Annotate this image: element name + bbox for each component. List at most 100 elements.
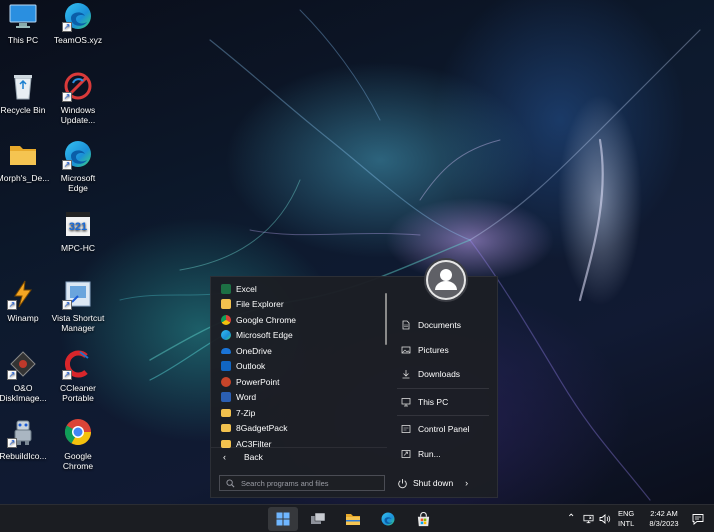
power-icon: [398, 478, 407, 488]
program-label: 8GadgetPack: [236, 423, 288, 434]
place-documents[interactable]: Documents: [393, 313, 493, 338]
desktop-icon-teamos[interactable]: ↗ TeamOS.xyz: [44, 0, 112, 45]
places-divider: [397, 415, 489, 416]
shortcut-arrow-icon: ↗: [62, 22, 72, 32]
excel-icon: [221, 283, 231, 294]
chevron-up-icon[interactable]: ⌃: [567, 513, 575, 524]
program-item-outlook[interactable]: Outlook: [217, 359, 389, 375]
chrome-icon: [62, 416, 94, 448]
program-item-8gadgetpack[interactable]: 8GadgetPack: [217, 421, 389, 437]
chevron-right-icon[interactable]: ›: [465, 478, 468, 488]
desktop-icon-windows-update[interactable]: ↗ Windows Update...: [44, 70, 112, 125]
place-this-pc[interactable]: This PC: [393, 390, 493, 415]
program-label: Outlook: [236, 361, 266, 372]
chevron-left-icon: ‹: [223, 451, 226, 462]
program-item-microsoft-edge[interactable]: Microsoft Edge: [217, 328, 389, 344]
edge-icon: [381, 512, 395, 526]
desktop-icon-label: Microsoft Edge: [60, 173, 96, 193]
document-icon: [402, 320, 410, 330]
place-control-panel[interactable]: Control Panel: [393, 417, 493, 442]
place-label: This PC: [418, 396, 449, 407]
keyboard-layout: INTL: [618, 519, 635, 528]
shortcut-arrow-icon: ↗: [7, 438, 17, 448]
taskbar-start-button[interactable]: [268, 507, 298, 531]
task-view-icon: [311, 512, 326, 524]
program-item-powerpoint[interactable]: PowerPoint: [217, 374, 389, 390]
picture-icon: [401, 346, 411, 354]
clock-date: 8/3/2023: [649, 519, 679, 528]
svg-text:321: 321: [69, 221, 87, 233]
windows-update-blocked-icon: ↗: [62, 70, 94, 102]
ccleaner-icon: ↗: [62, 348, 94, 380]
desktop-icon-mpc-hc[interactable]: 321 MPC-HC: [44, 208, 112, 253]
program-label: 7-Zip: [236, 407, 256, 418]
program-item-google-chrome[interactable]: Google Chrome: [217, 312, 389, 328]
language-code: ENG: [618, 509, 635, 518]
windows-start-icon: [276, 512, 290, 526]
shortcut-manager-icon: ↗: [62, 278, 94, 310]
user-icon: [428, 262, 464, 298]
search-input[interactable]: [241, 478, 371, 488]
folder-icon: [221, 408, 231, 417]
place-run[interactable]: Run...: [393, 442, 493, 467]
program-label: PowerPoint: [236, 376, 280, 387]
desktop-icon-ccleaner[interactable]: ↗ CCleaner Portable: [44, 348, 112, 403]
program-list-scrollbar[interactable]: [385, 293, 387, 345]
chrome-icon: [221, 314, 231, 325]
taskbar-task-view-button[interactable]: [303, 507, 333, 531]
file-explorer-icon: [346, 514, 360, 525]
start-menu: Excel File Explorer Google Chrome Micros…: [210, 276, 498, 498]
shortcut-arrow-icon: ↗: [62, 92, 72, 102]
place-label: Downloads: [418, 369, 461, 380]
taskbar-file-explorer-button[interactable]: [338, 507, 368, 531]
file-explorer-icon: [221, 299, 231, 310]
powerpoint-icon: [221, 376, 231, 387]
program-item-excel[interactable]: Excel: [217, 281, 389, 297]
search-box[interactable]: [219, 475, 385, 491]
edge-icon: ↗: [62, 138, 94, 170]
place-label: Run...: [418, 448, 441, 459]
desktop-icon-label: CCleaner Portable: [60, 383, 96, 403]
volume-icon[interactable]: [599, 514, 611, 524]
program-label: OneDrive: [236, 345, 272, 356]
program-item-word[interactable]: Word: [217, 390, 389, 406]
shutdown-button[interactable]: Shut down ›: [397, 475, 468, 491]
taskbar: ⌃ ENG INTL 2:42 AM 8/3/2023: [0, 504, 714, 532]
desktop-icon-microsoft-edge[interactable]: ↗ Microsoft Edge: [44, 138, 112, 193]
clock-time: 2:42 AM: [650, 509, 678, 518]
taskbar-store-button[interactable]: [408, 507, 438, 531]
desktop-icon-label: Google Chrome: [62, 451, 94, 471]
onedrive-icon: [221, 347, 231, 354]
shutdown-label: Shut down: [413, 478, 454, 488]
desktop-icon-google-chrome[interactable]: Google Chrome: [44, 416, 112, 471]
store-icon: [417, 511, 429, 526]
back-button[interactable]: ‹ Back: [211, 447, 387, 465]
place-downloads[interactable]: Downloads: [393, 362, 493, 387]
program-list: Excel File Explorer Google Chrome Micros…: [217, 281, 389, 452]
run-icon: [401, 449, 411, 458]
place-pictures[interactable]: Pictures: [393, 338, 493, 363]
program-label: Google Chrome: [236, 314, 297, 325]
outlook-icon: [221, 361, 231, 372]
places-divider: [397, 387, 489, 389]
language-indicator[interactable]: ENG INTL: [618, 509, 634, 529]
user-avatar[interactable]: [424, 258, 468, 302]
word-icon: [221, 392, 231, 403]
folder-icon: [221, 424, 231, 433]
taskbar-edge-button[interactable]: [373, 507, 403, 531]
folder-icon: [7, 138, 39, 170]
back-label: Back: [244, 451, 263, 462]
shortcut-arrow-icon: ↗: [62, 370, 72, 380]
desktop-icon-vista-shortcut-manager[interactable]: ↗ Vista Shortcut Manager: [44, 278, 112, 333]
program-item-file-explorer[interactable]: File Explorer: [217, 297, 389, 313]
clock[interactable]: 2:42 AM 8/3/2023: [642, 509, 686, 529]
notification-icon[interactable]: [692, 513, 704, 525]
recycle-bin-icon: [7, 70, 39, 102]
shortcut-arrow-icon: ↗: [7, 370, 17, 380]
desktop-icon-label: Windows Update...: [60, 105, 96, 125]
monitor-icon: [7, 0, 39, 32]
program-item-onedrive[interactable]: OneDrive: [217, 343, 389, 359]
download-icon: [402, 370, 410, 379]
network-icon[interactable]: [583, 514, 594, 524]
program-item-7-zip[interactable]: 7-Zip: [217, 405, 389, 421]
